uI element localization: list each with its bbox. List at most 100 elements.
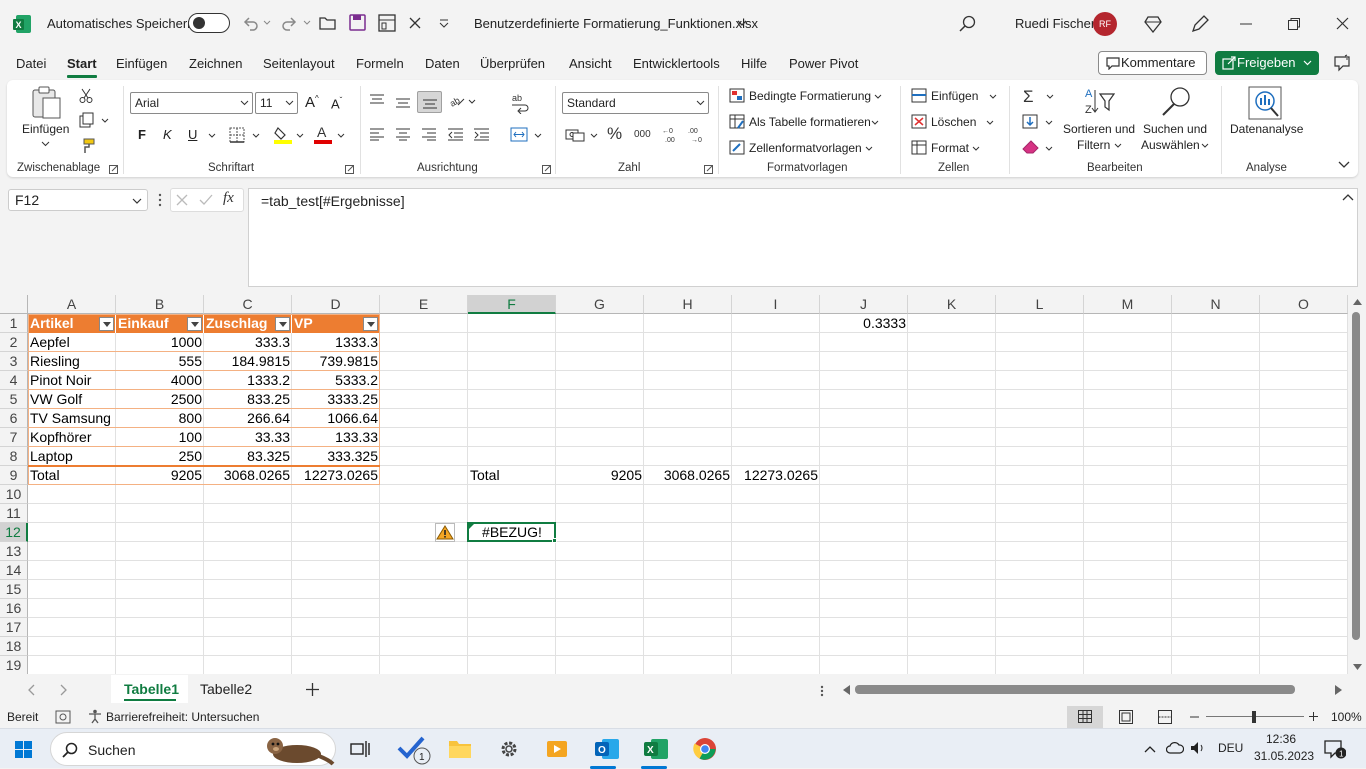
conditional-formatting-icon[interactable] <box>729 88 745 103</box>
row-header-12[interactable]: 12 <box>0 523 28 542</box>
tab-formeln[interactable]: Formeln <box>356 56 404 71</box>
volume-icon[interactable] <box>1190 741 1206 755</box>
table-cell[interactable]: 333.3 <box>204 333 292 352</box>
column-header-j[interactable]: J <box>820 295 908 314</box>
format-as-table-chevron-icon[interactable] <box>871 120 879 126</box>
sort-filter-icon[interactable]: AZ <box>1083 86 1115 118</box>
align-left-icon[interactable] <box>369 128 385 141</box>
redo-icon[interactable] <box>281 14 299 32</box>
increase-font-icon[interactable]: A^ <box>305 94 319 111</box>
window-close-icon[interactable] <box>1336 17 1349 30</box>
delete-cells-chevron-icon[interactable] <box>986 120 994 126</box>
tab-zeichnen[interactable]: Zeichnen <box>189 56 242 71</box>
delete-cells-icon[interactable] <box>911 114 927 129</box>
table-cell[interactable]: 2500 <box>116 390 204 409</box>
filter-dropdown-icon[interactable] <box>99 317 114 331</box>
table-header-cell[interactable]: Einkauf <box>116 314 204 333</box>
column-header-b[interactable]: B <box>116 295 204 314</box>
cell-styles-icon[interactable] <box>729 140 745 155</box>
row-header-9[interactable]: 9 <box>0 466 28 485</box>
table-total-cell[interactable]: 9205 <box>116 466 204 485</box>
onedrive-cloud-icon[interactable] <box>1166 742 1184 754</box>
media-player-icon[interactable] <box>546 738 568 760</box>
windows-start-icon[interactable] <box>15 741 32 758</box>
orientation-dropdown-icon[interactable] <box>468 99 476 105</box>
autosum-icon[interactable]: Σ <box>1023 87 1034 107</box>
table-cell[interactable]: VW Golf <box>28 390 116 409</box>
taskbar-search[interactable]: Suchen <box>50 732 336 766</box>
user-name[interactable]: Ruedi Fischer <box>1015 16 1095 31</box>
save-icon[interactable] <box>349 14 366 31</box>
copilot-icon[interactable] <box>1333 54 1351 72</box>
cell-j1[interactable]: 0.3333 <box>820 314 908 333</box>
row-header-17[interactable]: 17 <box>0 618 28 637</box>
table-cell[interactable]: 1000 <box>116 333 204 352</box>
filter-dropdown-icon[interactable] <box>187 317 202 331</box>
conditional-formatting-chevron-icon[interactable] <box>874 94 882 100</box>
insert-cells-button[interactable]: Einfügen <box>931 89 978 103</box>
row-header-8[interactable]: 8 <box>0 447 28 466</box>
table-cell[interactable]: Laptop <box>28 447 116 466</box>
cell-i9[interactable]: 12273.0265 <box>732 466 820 485</box>
autosave-toggle[interactable] <box>188 13 230 33</box>
notification-icon[interactable]: 1 <box>1324 739 1346 759</box>
table-cell[interactable]: Pinot Noir <box>28 371 116 390</box>
column-header-a[interactable]: A <box>28 295 116 314</box>
format-cells-button[interactable]: Format <box>931 141 969 155</box>
copy-dropdown-icon[interactable] <box>101 118 109 124</box>
outlook-icon[interactable]: O <box>594 736 620 762</box>
format-cells-icon[interactable] <box>911 140 927 155</box>
close-x-icon[interactable] <box>409 17 421 29</box>
align-center-icon[interactable] <box>395 128 411 141</box>
row-header-6[interactable]: 6 <box>0 409 28 428</box>
row-header-10[interactable]: 10 <box>0 485 28 504</box>
tab-ansicht[interactable]: Ansicht <box>569 56 612 71</box>
cell-styles-chevron-icon[interactable] <box>865 146 873 152</box>
fill-down-icon[interactable] <box>1022 114 1038 129</box>
restore-icon[interactable] <box>1288 18 1300 30</box>
error-warning-icon[interactable] <box>435 523 455 542</box>
table-header-cell[interactable]: Artikel <box>28 314 116 333</box>
input-language[interactable]: DEU <box>1218 741 1243 755</box>
table-cell[interactable]: TV Samsung <box>28 409 116 428</box>
row-header-4[interactable]: 4 <box>0 371 28 390</box>
increase-indent-icon[interactable] <box>473 128 490 141</box>
percent-icon[interactable]: % <box>607 124 622 144</box>
italic-button[interactable]: K <box>163 127 172 142</box>
scroll-down-icon[interactable] <box>1353 664 1362 670</box>
formula-collapse-icon[interactable] <box>1342 193 1354 201</box>
avatar[interactable]: RF <box>1093 12 1117 36</box>
column-header-e[interactable]: E <box>380 295 468 314</box>
table-cell[interactable]: Riesling <box>28 352 116 371</box>
accounting-dropdown-icon[interactable] <box>590 133 598 139</box>
vertical-scroll-thumb[interactable] <box>1352 312 1360 640</box>
data-analysis-icon[interactable] <box>1248 86 1282 120</box>
name-box[interactable]: F12 <box>8 189 148 211</box>
form-icon[interactable] <box>378 14 396 32</box>
customize-qat-icon[interactable] <box>439 19 449 29</box>
sheet-tab-tabelle1[interactable]: Tabelle1 <box>124 681 179 697</box>
column-header-k[interactable]: K <box>908 295 996 314</box>
table-cell[interactable]: 333.325 <box>292 447 380 466</box>
zoom-level[interactable]: 100% <box>1331 710 1362 724</box>
format-painter-icon[interactable] <box>79 138 95 154</box>
column-header-d[interactable]: D <box>292 295 380 314</box>
open-folder-icon[interactable] <box>319 15 337 31</box>
comments-button[interactable]: Kommentare <box>1098 51 1207 75</box>
number-format-combo[interactable]: Standard <box>562 92 709 114</box>
column-header-f[interactable]: F <box>468 295 556 314</box>
increase-decimal-icon[interactable]: ←0.00 <box>662 126 680 143</box>
table-cell[interactable]: 250 <box>116 447 204 466</box>
borders-icon[interactable] <box>229 127 245 143</box>
align-right-icon[interactable] <box>421 128 437 141</box>
row-header-2[interactable]: 2 <box>0 333 28 352</box>
selected-cell-f12[interactable]: #BEZUG! <box>468 523 556 542</box>
prev-sheet-icon[interactable] <box>27 684 35 696</box>
pen-icon[interactable] <box>1190 14 1210 34</box>
tray-expand-icon[interactable] <box>1144 745 1156 753</box>
table-cell[interactable]: 3333.25 <box>292 390 380 409</box>
chrome-icon[interactable] <box>693 737 717 761</box>
select-all-corner[interactable] <box>0 295 28 314</box>
scroll-up-icon[interactable] <box>1353 299 1362 305</box>
cell-h9[interactable]: 3068.0265 <box>644 466 732 485</box>
